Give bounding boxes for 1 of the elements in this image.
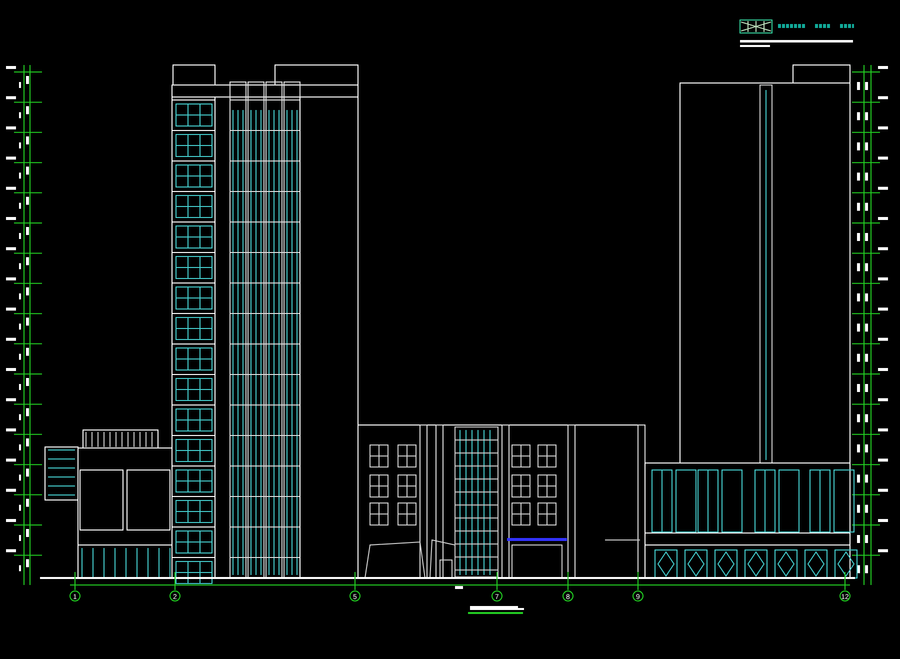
drawing-title-drawing (468, 606, 524, 614)
